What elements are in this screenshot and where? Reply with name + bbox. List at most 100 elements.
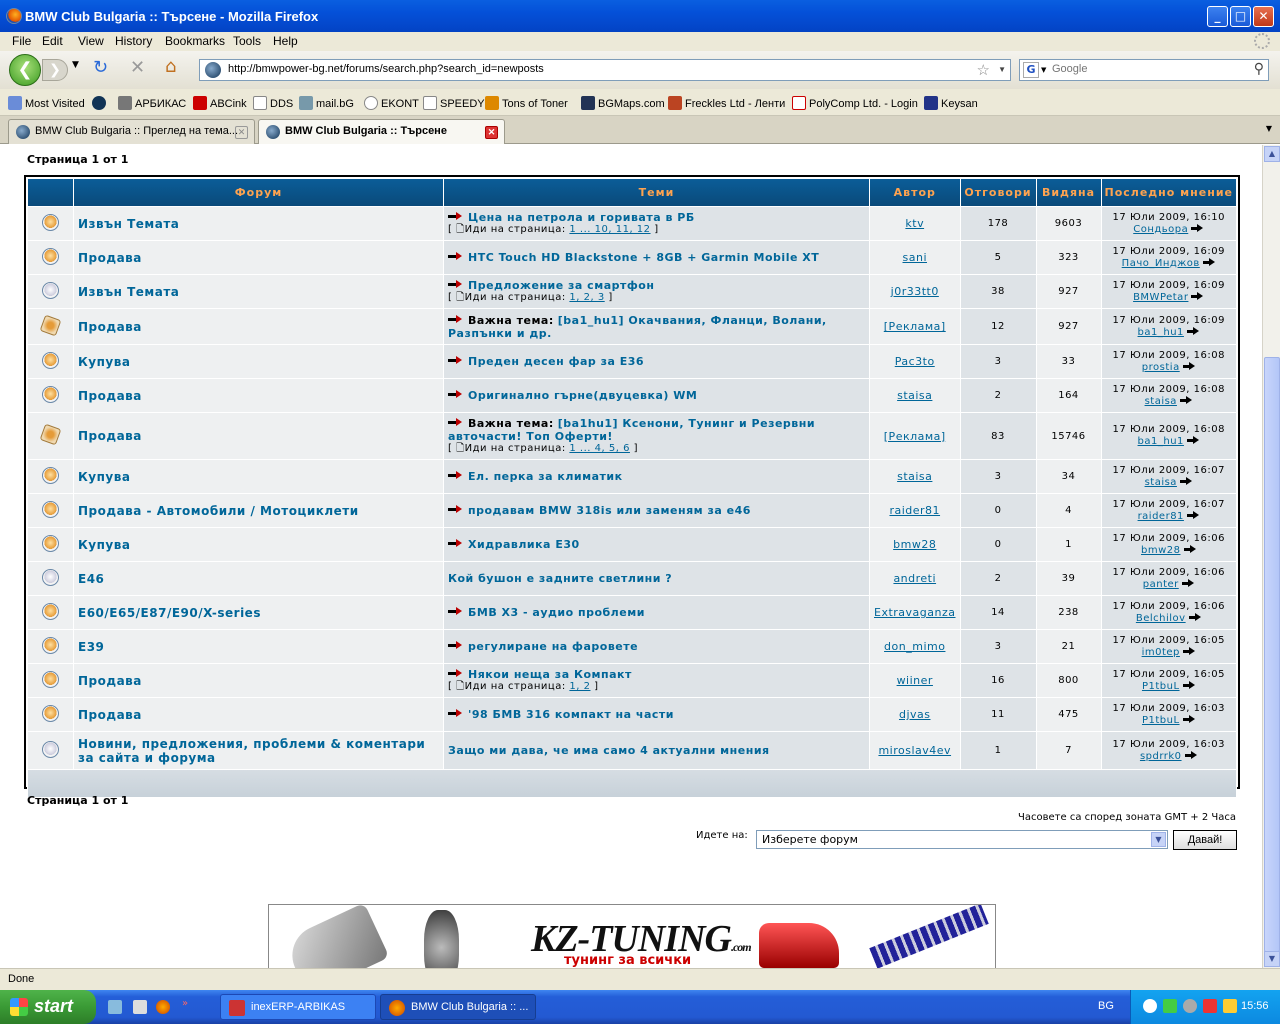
topic-link[interactable]: БМВ Х3 - аудио проблеми <box>468 606 645 619</box>
bookmark-item[interactable]: АРБИКАС <box>118 96 186 110</box>
url-bar[interactable]: ☆ ▼ <box>199 59 1011 81</box>
last-post-user[interactable]: P1tbuL <box>1142 715 1180 726</box>
author-link[interactable]: bmw28 <box>893 538 936 551</box>
view-latest-post-icon[interactable] <box>1183 544 1197 554</box>
last-post-user[interactable]: bmw28 <box>1141 545 1181 556</box>
newest-post-arrow-icon[interactable] <box>448 314 464 324</box>
reload-icon[interactable]: ↻ <box>93 57 108 78</box>
view-latest-post-icon[interactable] <box>1191 291 1204 301</box>
forum-link[interactable]: Продава <box>74 698 443 731</box>
security-icon[interactable] <box>1183 999 1197 1013</box>
bookmark-item[interactable]: Freckles Ltd - Ленти <box>668 96 785 110</box>
chevron-down-icon[interactable]: ▼ <box>1151 832 1166 847</box>
view-latest-post-icon[interactable] <box>1182 680 1196 690</box>
topic-link[interactable]: Предложение за смартфон <box>468 279 654 292</box>
forum-link[interactable]: Извън Темата <box>74 207 443 240</box>
tab-list-icon[interactable]: ▼ <box>1266 124 1272 133</box>
close-button[interactable]: ✕ <box>1253 6 1274 27</box>
scroll-thumb[interactable] <box>1264 357 1280 952</box>
last-post-user[interactable]: staisa <box>1145 477 1177 488</box>
author-link[interactable]: j0r33tt0 <box>891 285 939 298</box>
search-input[interactable] <box>1052 63 1242 75</box>
topic-link[interactable]: Защо ми дава, че има само 4 актуални мне… <box>448 744 770 757</box>
view-latest-post-icon[interactable] <box>1182 714 1196 724</box>
author-link[interactable]: staisa <box>897 470 932 483</box>
author-link[interactable]: Extravaganza <box>874 606 956 619</box>
author-link[interactable]: raider81 <box>889 504 940 517</box>
maximize-button[interactable]: □ <box>1230 6 1251 27</box>
back-button[interactable]: ❮ <box>9 54 41 86</box>
ad-banner[interactable]: KZ-TUNING.com тунинг за всички <box>268 904 996 968</box>
forum-link[interactable]: Продава - Автомобили / Мотоциклети <box>74 494 443 527</box>
topic-link[interactable]: '98 БМВ 316 компакт на части <box>468 708 674 721</box>
forum-link[interactable]: Продава <box>74 413 443 459</box>
last-post-user[interactable]: BMWPetar <box>1133 292 1188 303</box>
last-post-user[interactable]: Сондьора <box>1133 224 1188 235</box>
bookmark-item[interactable]: mail.bG <box>299 96 354 110</box>
topic-link[interactable]: Някои неща за Компакт <box>468 668 632 681</box>
url-input[interactable] <box>228 63 968 75</box>
menu-file[interactable]: File <box>12 34 31 48</box>
last-post-user[interactable]: raider81 <box>1138 511 1184 522</box>
bookmark-item[interactable]: BGMaps.com <box>581 96 665 110</box>
scroll-up-icon[interactable]: ▲ <box>1264 146 1280 162</box>
author-link[interactable]: Pac3to <box>895 355 935 368</box>
language-indicator[interactable]: BG <box>1098 1000 1114 1012</box>
page-links[interactable]: 1, 2 <box>569 681 590 692</box>
tab-close-icon[interactable]: ✕ <box>485 126 498 139</box>
forward-button[interactable]: ❯ <box>42 59 68 81</box>
menu-history[interactable]: History <box>115 34 152 48</box>
forum-link[interactable]: Извън Темата <box>74 275 443 308</box>
menu-edit[interactable]: Edit <box>42 34 63 48</box>
url-dropdown-icon[interactable]: ▼ <box>998 65 1006 74</box>
forum-link[interactable]: Продава <box>74 309 443 344</box>
author-link[interactable]: andreti <box>893 572 936 585</box>
last-post-user[interactable]: Belchilov <box>1136 613 1186 624</box>
view-latest-post-icon[interactable] <box>1182 646 1196 656</box>
forum-link[interactable]: E60/E65/E87/E90/X-series <box>74 596 443 629</box>
forum-link[interactable]: Продава <box>74 379 443 412</box>
view-latest-post-icon[interactable] <box>1202 257 1216 267</box>
volume-icon[interactable] <box>1223 999 1237 1013</box>
menu-help[interactable]: Help <box>273 34 298 48</box>
forum-link[interactable]: Купува <box>74 460 443 493</box>
view-latest-post-icon[interactable] <box>1184 750 1198 760</box>
author-link[interactable]: sani <box>903 251 928 264</box>
topic-link[interactable]: Преден десен фар за Е36 <box>468 355 644 368</box>
newest-post-arrow-icon[interactable] <box>448 471 464 480</box>
bookmark-star-icon[interactable]: ☆ <box>977 61 990 79</box>
view-latest-post-icon[interactable] <box>1179 476 1193 486</box>
author-link[interactable]: ktv <box>905 217 924 230</box>
task-firefox[interactable]: BMW Club Bulgaria :: ... <box>380 994 536 1020</box>
newest-post-arrow-icon[interactable] <box>448 418 464 427</box>
google-engine-icon[interactable]: G <box>1023 62 1039 78</box>
network-icon[interactable] <box>1163 999 1177 1013</box>
ie-quicklaunch-icon[interactable] <box>108 1000 122 1014</box>
topic-link[interactable]: регулиране на фаровете <box>468 640 638 653</box>
menu-bookmarks[interactable]: Bookmarks <box>165 34 225 48</box>
topic-link[interactable]: продавам BMW 318is или заменям за e46 <box>468 504 751 517</box>
page-links[interactable]: 1, 2, 3 <box>569 292 604 303</box>
bookmark-item[interactable]: SPEEDY <box>423 96 485 110</box>
page-links[interactable]: 1 ... 4, 5, 6 <box>569 443 630 454</box>
view-latest-post-icon[interactable] <box>1182 361 1196 371</box>
jump-go-button[interactable]: Давай! <box>1173 830 1237 850</box>
author-link[interactable]: don_mimo <box>884 640 945 653</box>
bookmark-item[interactable]: PolyComp Ltd. - Login <box>792 96 918 110</box>
forum-link[interactable]: Купува <box>74 528 443 561</box>
newest-post-arrow-icon[interactable] <box>448 280 464 289</box>
last-post-user[interactable]: spdrrk0 <box>1140 751 1182 762</box>
topic-link[interactable]: Кой бушон е задните светлини ? <box>448 572 672 585</box>
last-post-user[interactable]: ba1_hu1 <box>1138 327 1184 338</box>
topic-link[interactable]: Оригинално гърне(двуцевка) WM <box>468 389 697 402</box>
author-link[interactable]: wiiner <box>897 674 933 687</box>
last-post-user[interactable]: prostia <box>1142 362 1180 373</box>
topic-link[interactable]: Хидравлика Е30 <box>468 538 580 551</box>
engine-dropdown-icon[interactable]: ▼ <box>1041 66 1046 74</box>
tab-search[interactable]: BMW Club Bulgaria :: Търсене ✕ <box>258 119 505 144</box>
topic-link[interactable]: Цена на петрола и горивата в РБ <box>468 211 695 224</box>
explorer-quicklaunch-icon[interactable] <box>133 1000 147 1014</box>
newest-post-arrow-icon[interactable] <box>448 252 464 261</box>
view-latest-post-icon[interactable] <box>1186 510 1200 520</box>
newest-post-arrow-icon[interactable] <box>448 669 464 678</box>
